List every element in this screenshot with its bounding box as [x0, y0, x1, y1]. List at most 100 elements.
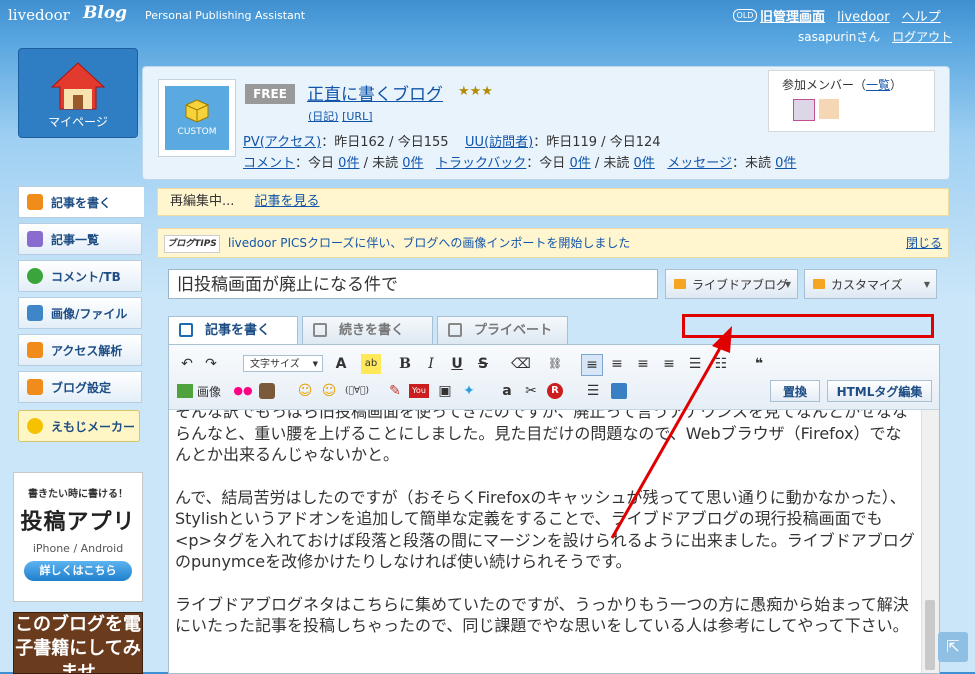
help-link[interactable]: ヘルプ	[902, 10, 941, 25]
plan-badge: FREE	[245, 84, 295, 104]
youtube-icon[interactable]: You	[409, 384, 429, 398]
mypage-button[interactable]: マイページ	[18, 48, 138, 138]
old-admin-link[interactable]: 旧管理画面	[760, 10, 825, 25]
image-insert-icon[interactable]	[177, 384, 193, 398]
blog-thumbnail[interactable]: CUSTOM	[158, 79, 236, 157]
comment-unread-count[interactable]: 0件	[402, 156, 423, 171]
font-size-select[interactable]: 文字サイズ ▼	[243, 355, 323, 372]
sidebar-item-images[interactable]: 画像/ファイル	[18, 297, 142, 329]
custom-label: CUSTOM	[177, 127, 217, 137]
sidebar-item-write[interactable]: 記事を書く	[18, 186, 144, 218]
pv-link[interactable]: PV(アクセス)	[243, 135, 321, 150]
members-list-link[interactable]: 一覧	[866, 78, 890, 92]
message-link[interactable]: メッセージ	[667, 156, 732, 171]
replace-button[interactable]: 置換	[770, 380, 820, 402]
sidebar-item-article-list[interactable]: 記事一覧	[18, 223, 142, 255]
emoji-maker-button[interactable]: えもじメーカー	[18, 410, 140, 442]
amazon-icon[interactable]: a	[497, 381, 517, 401]
view-article-link[interactable]: 記事を見る	[255, 194, 320, 209]
calendar-icon[interactable]: ▣	[435, 381, 455, 401]
livedoor-link[interactable]: livedoor	[837, 10, 889, 25]
redo-icon[interactable]: ↷	[201, 354, 221, 374]
blog-logo[interactable]: Blog	[83, 3, 127, 23]
html-edit-button[interactable]: HTMLタグ編集	[827, 380, 932, 402]
flickr-icon[interactable]: ●●	[233, 381, 253, 401]
blog-tips-bar: ブログTIPS livedoor PICSクローズに伴い、ブログへの画像インポー…	[157, 228, 949, 258]
instagram-icon[interactable]	[259, 383, 275, 399]
blog-title[interactable]: 正直に書くブログ	[307, 80, 443, 105]
category-select-2[interactable]: カスタマイズ ▼	[804, 269, 937, 299]
sidebar-item-analytics[interactable]: アクセス解析	[18, 334, 142, 366]
top-links: 旧管理画面 livedoor ヘルプ	[760, 6, 949, 25]
rich-text-editor: ↶ ↷ 文字サイズ ▼ A ab B I U S ⌫ ⛓ ≡ ≡ ≡ ≡ ☰ ☷…	[168, 344, 940, 674]
tab-write-label: 記事を書く	[205, 323, 271, 338]
kaomoji-icon[interactable]: (ﾟ∀ﾟ)	[343, 381, 371, 401]
category-select-1[interactable]: ライブドアブログ ▼	[665, 269, 798, 299]
highlight-icon[interactable]: ab	[361, 354, 381, 374]
livedoor-logo[interactable]: livedoor	[8, 6, 70, 24]
paragraph: んで、結局苦労はしたのですが（おそらくFirefoxのキャッシュが残ってて思い通…	[175, 487, 915, 572]
tips-text-link[interactable]: livedoor PICSクローズに伴い、ブログへの画像インポートを開始しました	[228, 229, 630, 257]
sidebar-item-label: 記事一覧	[51, 232, 100, 247]
comment-link[interactable]: コメント	[243, 156, 295, 171]
tab-continue[interactable]: 続きを書く	[302, 316, 433, 344]
twitter-icon[interactable]: ✦	[459, 381, 479, 401]
tab-continue-label: 続きを書く	[339, 323, 405, 338]
quote-icon[interactable]: ❝	[749, 354, 769, 374]
access-stats: PV(アクセス)：昨日162 / 今日155 UU(訪問者)：昨日119 / 今…	[243, 131, 661, 150]
app-ad-platforms: iPhone / Android	[32, 542, 124, 555]
members-title-suffix: ）	[890, 78, 903, 92]
article-title-input[interactable]: 旧投稿画面が廃止になる件で	[168, 269, 658, 299]
undo-icon[interactable]: ↶	[177, 354, 197, 374]
editor-scrollbar[interactable]	[921, 410, 939, 673]
category-link[interactable]: (日記)	[308, 110, 339, 123]
trackback-unread-count[interactable]: 0件	[634, 156, 655, 171]
cutlery-icon[interactable]: ✂	[521, 381, 541, 401]
font-color-icon[interactable]: A	[331, 354, 351, 374]
trackback-unread-label: / 未読	[594, 156, 630, 171]
toolbar-row-2: 画像 ●● ☺ ☺ (ﾟ∀ﾟ) ✎ You ▣ ✦ a ✂ R ☰ 置換 HTM…	[169, 378, 939, 404]
member-avatar[interactable]	[793, 99, 815, 121]
tab-private[interactable]: プライベート	[437, 316, 568, 344]
user-area: sasapurinさん ログアウト	[798, 28, 952, 45]
wrench-icon	[27, 379, 43, 395]
ebook-ad[interactable]: このブログを電子書籍にしてみませ	[13, 612, 143, 674]
italic-icon[interactable]: I	[421, 354, 441, 374]
message-unread-label: ：未読	[731, 156, 771, 171]
share-icon[interactable]: ⇱	[938, 632, 968, 662]
strikethrough-icon[interactable]: S	[473, 354, 493, 374]
emoji-picker-icon[interactable]: ☺	[319, 381, 339, 401]
trackback-link[interactable]: トラックバック	[436, 156, 526, 171]
tab-write[interactable]: 記事を書く	[168, 316, 298, 346]
rakuten-icon[interactable]: R	[547, 383, 563, 399]
sidebar-item-label: 画像/ファイル	[51, 306, 128, 321]
paint-icon[interactable]: ✎	[385, 381, 405, 401]
url-link[interactable]: [URL]	[342, 110, 372, 123]
image-label[interactable]: 画像	[197, 383, 221, 400]
comment-today-count[interactable]: 0件	[338, 156, 359, 171]
trackback-today-count[interactable]: 0件	[569, 156, 590, 171]
editor-content[interactable]: そんな訳でもっぱら旧投稿画面を使ってきたのですが、廃止って言うアナウンスを見てな…	[169, 410, 921, 673]
user-name: sasapurinさん	[798, 30, 881, 44]
emoji-icon[interactable]: ☺	[295, 381, 315, 401]
blog-rating-stars: ★★★	[458, 84, 493, 99]
sidebar-item-comments[interactable]: コメント/TB	[18, 260, 142, 292]
scrollbar-thumb[interactable]	[925, 600, 935, 670]
reedit-status: 再編集中...	[170, 194, 235, 209]
emoji-maker-label: えもじメーカー	[51, 419, 136, 434]
posting-app-ad[interactable]: 書きたい時に書ける！ 投稿アプリ iPhone / Android 詳しくはこち…	[13, 472, 143, 602]
tips-close-link[interactable]: 閉じる	[906, 229, 942, 257]
app-ad-details-button[interactable]: 詳しくはこちら	[24, 561, 132, 581]
member-avatar[interactable]	[819, 99, 839, 119]
underline-icon[interactable]: U	[447, 354, 467, 374]
message-unread-count[interactable]: 0件	[775, 156, 796, 171]
list-icon	[27, 231, 43, 247]
uu-values: ：昨日119 / 今日124	[533, 135, 661, 150]
eraser-icon[interactable]: ⌫	[511, 354, 531, 374]
bold-icon[interactable]: B	[395, 354, 415, 374]
uu-link[interactable]: UU(訪問者)	[465, 135, 533, 150]
logout-link[interactable]: ログアウト	[892, 30, 952, 44]
category-1-label: ライブドアブログ	[692, 278, 789, 292]
sidebar-item-settings[interactable]: ブログ設定	[18, 371, 142, 403]
link-icon[interactable]: ⛓	[545, 354, 565, 374]
